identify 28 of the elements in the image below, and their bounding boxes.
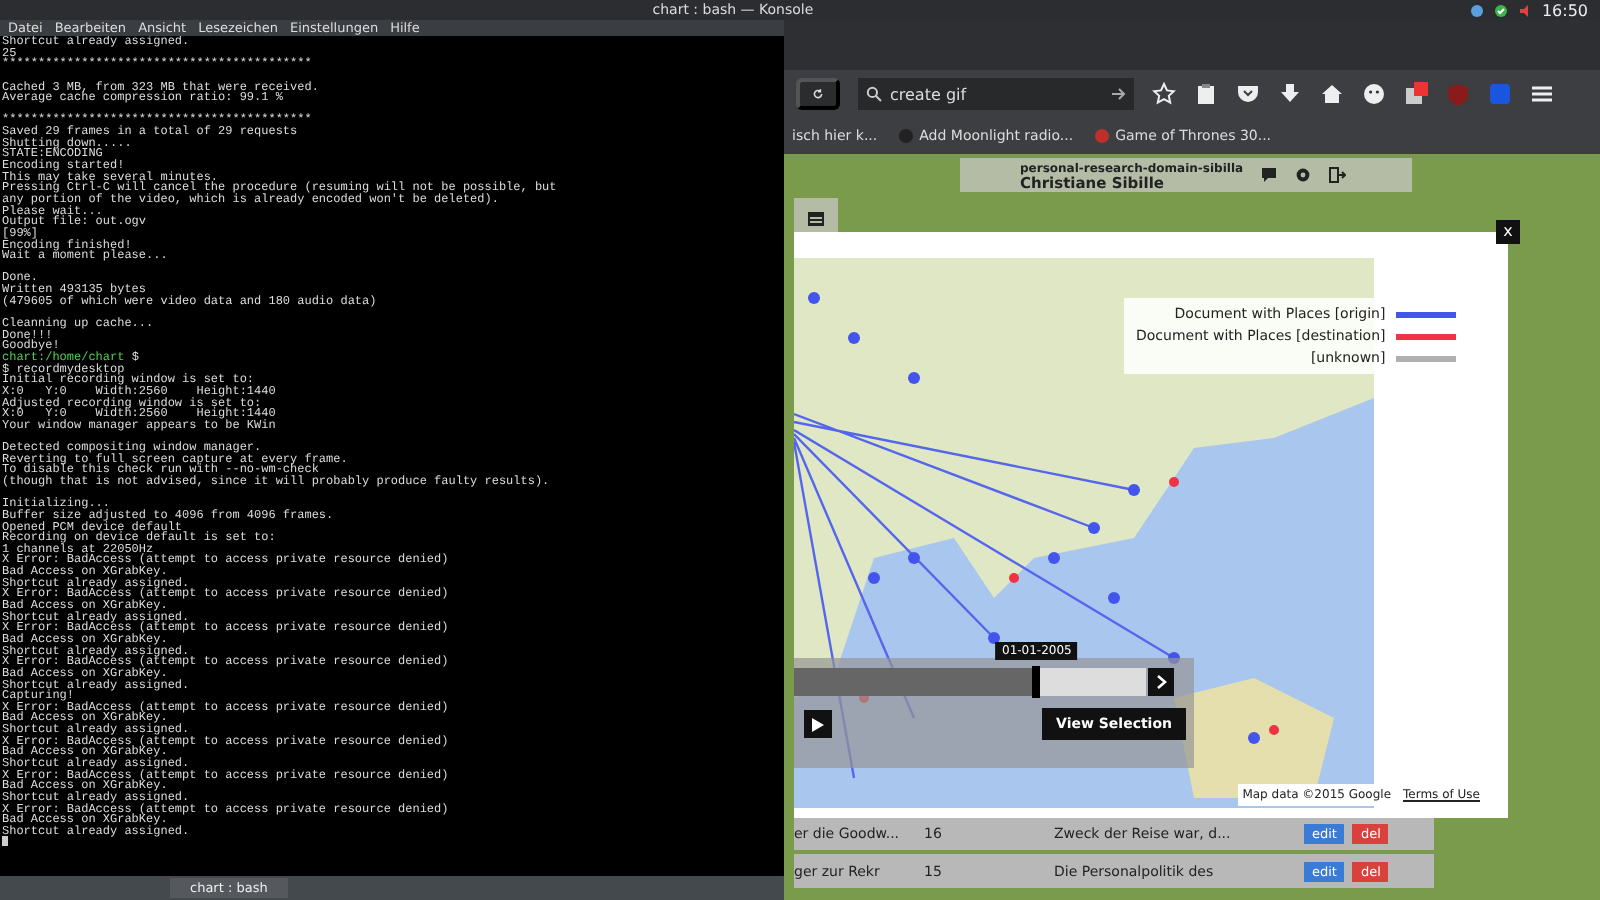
reload-button[interactable] — [796, 78, 840, 110]
play-button[interactable] — [804, 710, 832, 738]
settings-icon[interactable] — [1293, 166, 1312, 184]
menu-icon[interactable] — [1530, 82, 1554, 106]
text-cursor — [2, 836, 8, 847]
check-icon[interactable] — [1493, 3, 1508, 17]
chevron-right-icon — [1155, 674, 1167, 690]
download-icon[interactable] — [1278, 82, 1302, 106]
next-button[interactable] — [1148, 668, 1174, 696]
address-field[interactable]: create gif — [858, 78, 1134, 110]
arrow-icon — [1110, 86, 1126, 102]
home-icon[interactable] — [1320, 82, 1344, 106]
logout-icon[interactable] — [1327, 166, 1346, 184]
bookmark-icon — [1093, 128, 1110, 144]
star-icon[interactable] — [1152, 82, 1176, 106]
speech-bubble-icon[interactable] — [1259, 166, 1278, 184]
extension-icon[interactable] — [1404, 82, 1428, 106]
clipboard-icon[interactable] — [1194, 82, 1218, 106]
calendar-icon — [806, 208, 826, 228]
pocket-icon[interactable] — [1236, 82, 1260, 106]
bookmark-icon — [897, 128, 914, 144]
smiley-icon[interactable] — [1362, 82, 1386, 106]
close-button[interactable]: x — [1496, 220, 1520, 244]
play-icon — [812, 717, 824, 731]
timeline-handle[interactable] — [1032, 666, 1041, 698]
search-icon — [866, 86, 882, 102]
clock: 16:50 — [1541, 1, 1588, 19]
reload-icon — [812, 84, 824, 104]
